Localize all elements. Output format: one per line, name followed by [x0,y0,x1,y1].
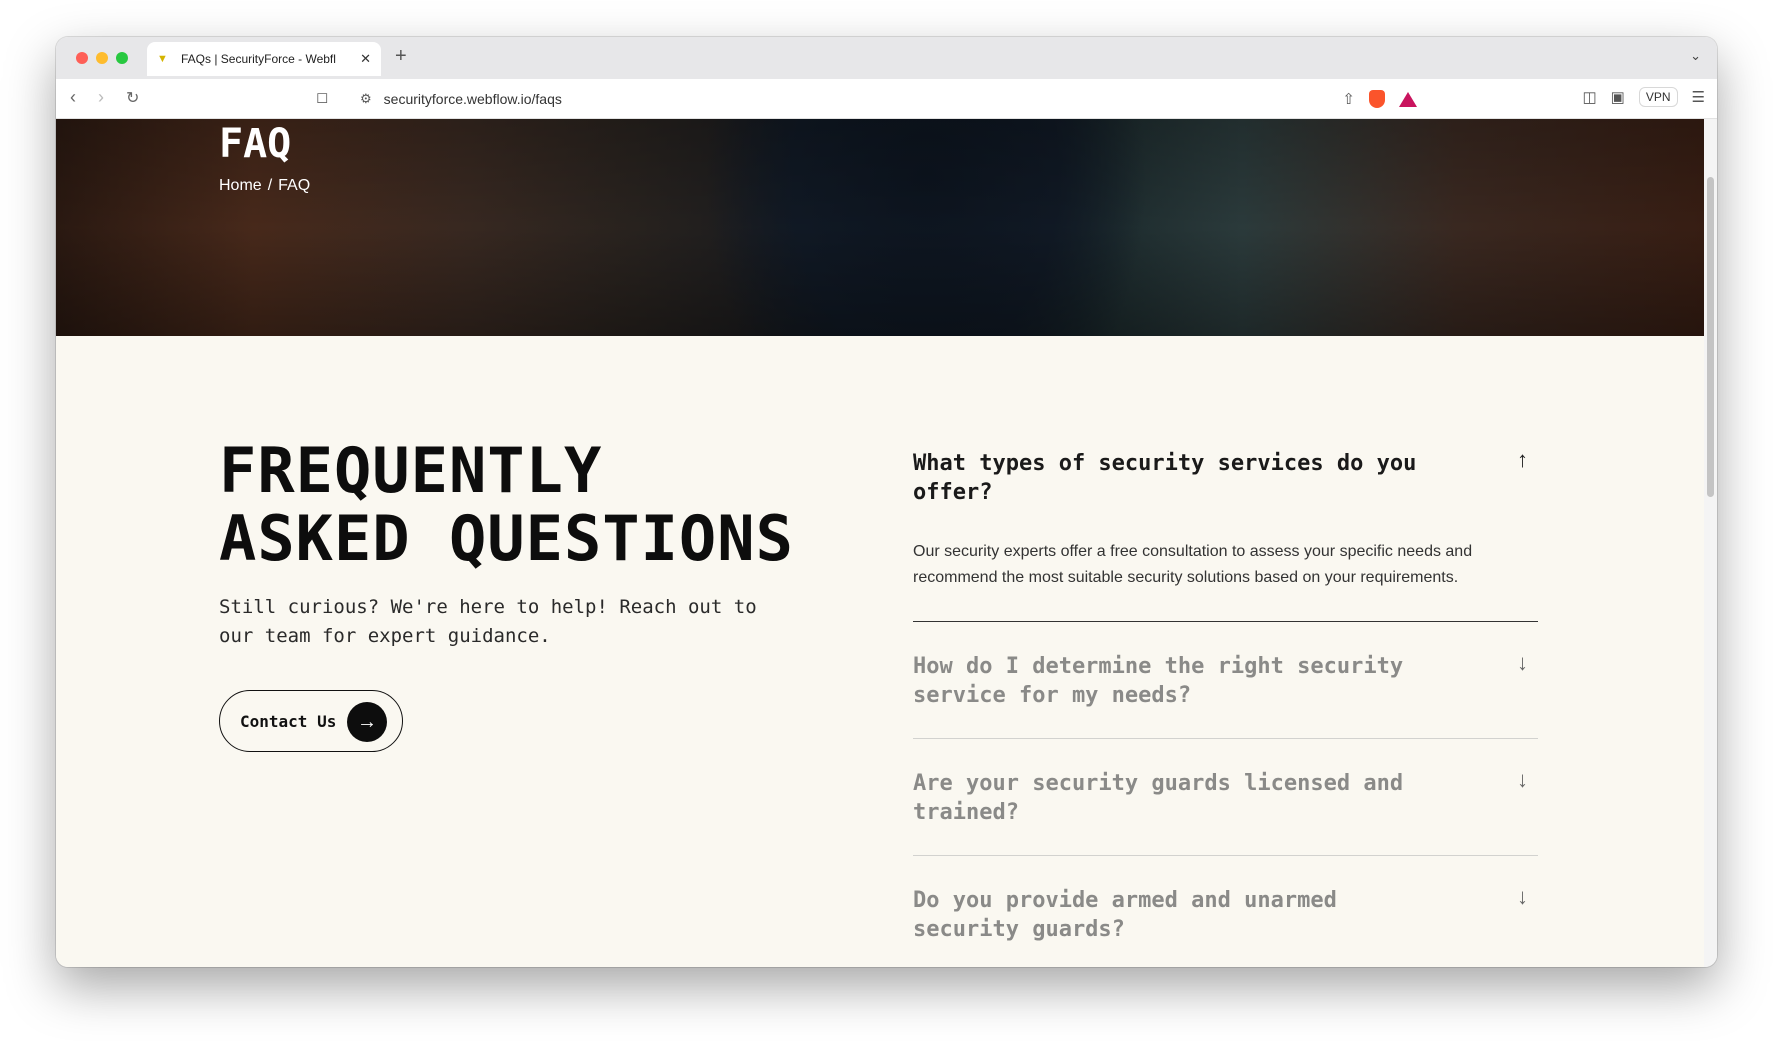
faq-question[interactable]: How do I determine the right security se… [913,652,1453,710]
menu-icon[interactable]: ☰ [1692,88,1705,106]
tab-close-icon[interactable]: ✕ [360,51,371,67]
browser-tab-active[interactable]: ▼ FAQs | SecurityForce - Webfl ✕ [147,42,381,76]
browser-toolbar: ‹ › ↻ ◻ ⚙ securityforce.webflow.io/faqs … [56,79,1717,119]
faq-accordion: What types of security services do you o… [913,447,1538,967]
reload-icon[interactable]: ↻ [126,88,139,108]
back-icon[interactable]: ‹ [70,87,76,108]
faq-heading-line-1: FREQUENTLY [219,434,603,507]
breadcrumb-separator: / [267,177,273,194]
faq-item[interactable]: Do you provide armed and unarmed securit… [913,856,1538,967]
url-text[interactable]: securityforce.webflow.io/faqs [384,91,562,107]
faq-subtitle: Still curious? We're here to help! Reach… [219,596,757,647]
faq-item[interactable]: Are your security guards licensed and tr… [913,739,1538,856]
bookmark-icon[interactable]: ◻ [316,88,328,106]
arrow-up-icon[interactable]: ↑ [1517,447,1528,473]
faq-item[interactable]: What types of security services do you o… [913,447,1538,622]
faq-section-heading: FREQUENTLY ASKED QUESTIONS [219,437,839,573]
faq-item[interactable]: How do I determine the right security se… [913,622,1538,739]
scrollbar-thumb[interactable] [1707,177,1714,497]
tab-list-chevron-icon[interactable]: ⌄ [1690,48,1701,64]
tab-strip: ▼ FAQs | SecurityForce - Webfl ✕ + ⌄ [56,37,1717,79]
breadcrumb-home-link[interactable]: Home [219,177,262,195]
browser-window: ▼ FAQs | SecurityForce - Webfl ✕ + ⌄ ‹ ›… [56,37,1717,967]
faq-heading-line-2: ASKED QUESTIONS [219,502,794,575]
arrow-right-icon: → [347,702,387,742]
new-tab-icon[interactable]: + [395,45,407,68]
faq-question[interactable]: Are your security guards licensed and tr… [913,769,1453,827]
faq-question[interactable]: Do you provide armed and unarmed securit… [913,886,1453,944]
faq-question[interactable]: What types of security services do you o… [913,449,1453,507]
arrow-down-icon[interactable]: ↓ [1517,767,1528,793]
wallet-icon[interactable]: ▣ [1611,88,1625,106]
arrow-down-icon[interactable]: ↓ [1517,650,1528,676]
faq-answer: Our security experts offer a free consul… [913,543,1473,586]
hero-banner: FAQ Home / FAQ [56,119,1704,336]
contact-us-label: Contact Us [240,711,337,731]
address-bar[interactable]: ⚙ securityforce.webflow.io/faqs ⇧ [344,84,1427,114]
forward-icon[interactable]: › [98,87,104,108]
share-icon[interactable]: ⇧ [1342,90,1355,108]
site-favicon-icon: ▼ [157,53,168,65]
page-viewport: FAQ Home / FAQ FREQUENTLY ASKED QUESTION… [56,119,1704,967]
vpn-button[interactable]: VPN [1638,87,1678,107]
brave-shields-icon[interactable] [1369,90,1385,108]
page-title: FAQ [219,121,292,167]
arrow-down-icon[interactable]: ↓ [1517,884,1528,910]
tab-title: FAQs | SecurityForce - Webfl [181,52,336,66]
breadcrumb-current: FAQ [278,177,311,194]
minimize-window-button[interactable] [96,52,108,64]
breadcrumb: Home / FAQ [219,177,310,195]
contact-us-button[interactable]: Contact Us → [219,690,403,752]
close-window-button[interactable] [76,52,88,64]
site-settings-icon[interactable]: ⚙ [360,91,372,107]
maximize-window-button[interactable] [116,52,128,64]
sidebar-toggle-icon[interactable]: ◫ [1582,88,1596,106]
brave-rewards-icon[interactable] [1399,91,1417,107]
